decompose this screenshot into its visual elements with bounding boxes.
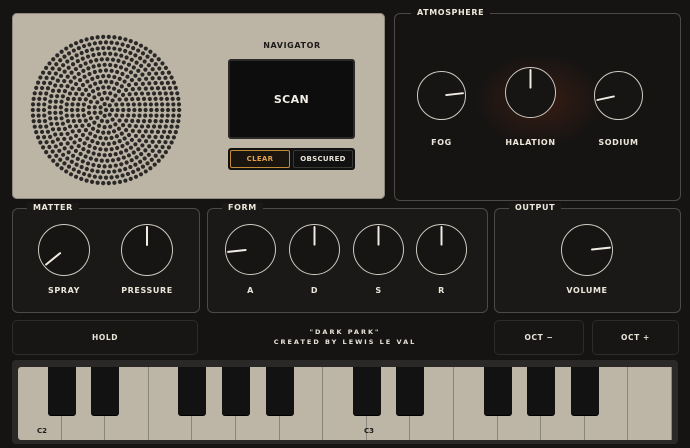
piano-keyboard: C2 C3 (12, 360, 678, 444)
fog-label: FOG (431, 138, 452, 147)
speaker-grille (30, 34, 182, 186)
black-key[interactable] (91, 367, 120, 415)
octave-up-button[interactable]: OCT + (592, 320, 679, 355)
knob-pointer (590, 246, 611, 251)
black-key[interactable] (222, 367, 250, 415)
navigator-screen[interactable]: SCAN (228, 59, 355, 139)
mode-toggle: CLEAR OBSCURED (228, 148, 355, 170)
black-key[interactable] (352, 367, 381, 415)
black-key[interactable] (527, 367, 556, 415)
knob-indicator (590, 246, 611, 251)
knob-indicator (313, 225, 316, 246)
knob-indicator (377, 225, 380, 246)
black-key[interactable] (178, 367, 207, 415)
credits-title: "DARK PARK" (309, 328, 381, 336)
note-label-c3: C3 (364, 427, 375, 435)
knob-indicator (529, 68, 532, 89)
white-key[interactable] (628, 367, 672, 440)
attack-knob[interactable] (225, 224, 276, 275)
knob-pointer (227, 249, 247, 253)
form-title: FORM (222, 203, 263, 212)
pressure-label: PRESSURE (121, 286, 173, 295)
release-knob[interactable] (416, 224, 467, 275)
release-label: R (438, 286, 445, 295)
sustain-knob[interactable] (353, 224, 404, 275)
knob-indicator (227, 249, 247, 253)
navigator-title: NAVIGATOR (263, 41, 321, 50)
decay-knob[interactable] (289, 224, 340, 275)
octave-down-button[interactable]: OCT − (494, 320, 584, 355)
knob-pointer (45, 252, 62, 266)
black-key[interactable] (265, 367, 294, 415)
sodium-knob[interactable] (594, 71, 643, 120)
knob-indicator (445, 92, 464, 96)
fog-knob[interactable] (417, 71, 466, 120)
halation-label: HALATION (505, 138, 556, 147)
output-title: OUTPUT (509, 203, 562, 212)
mode-clear-button[interactable]: CLEAR (230, 150, 290, 168)
attack-label: A (247, 286, 254, 295)
knob-pointer (596, 95, 615, 101)
black-key[interactable] (570, 367, 599, 415)
knob-indicator (45, 252, 62, 266)
volume-knob[interactable] (561, 224, 613, 276)
halation-knob[interactable] (505, 67, 556, 118)
knob-indicator (440, 225, 443, 246)
sustain-label: S (375, 286, 382, 295)
black-key[interactable] (483, 367, 512, 415)
pressure-knob[interactable] (121, 224, 173, 276)
decay-label: D (310, 286, 319, 295)
atmosphere-title: ATMOSPHERE (411, 8, 491, 17)
note-label-c2: C2 (37, 427, 48, 435)
spray-label: SPRAY (47, 286, 80, 295)
credits-author: CREATED BY LEWIS LE VAL (273, 338, 417, 346)
knob-indicator (596, 95, 615, 101)
credits: "DARK PARK" CREATED BY LEWIS LE VAL (210, 327, 480, 347)
black-key[interactable] (47, 367, 76, 415)
sodium-label: SODIUM (598, 138, 639, 147)
spray-knob[interactable] (38, 224, 90, 276)
knob-indicator (146, 226, 148, 246)
matter-title: MATTER (27, 203, 79, 212)
hold-button[interactable]: HOLD (12, 320, 198, 355)
navigator-panel: NAVIGATOR SCAN CLEAR OBSCURED (12, 13, 385, 199)
mode-obscured-button[interactable]: OBSCURED (293, 150, 353, 168)
volume-label: VOLUME (566, 286, 608, 295)
black-key[interactable] (396, 367, 425, 415)
knob-pointer (445, 92, 464, 96)
